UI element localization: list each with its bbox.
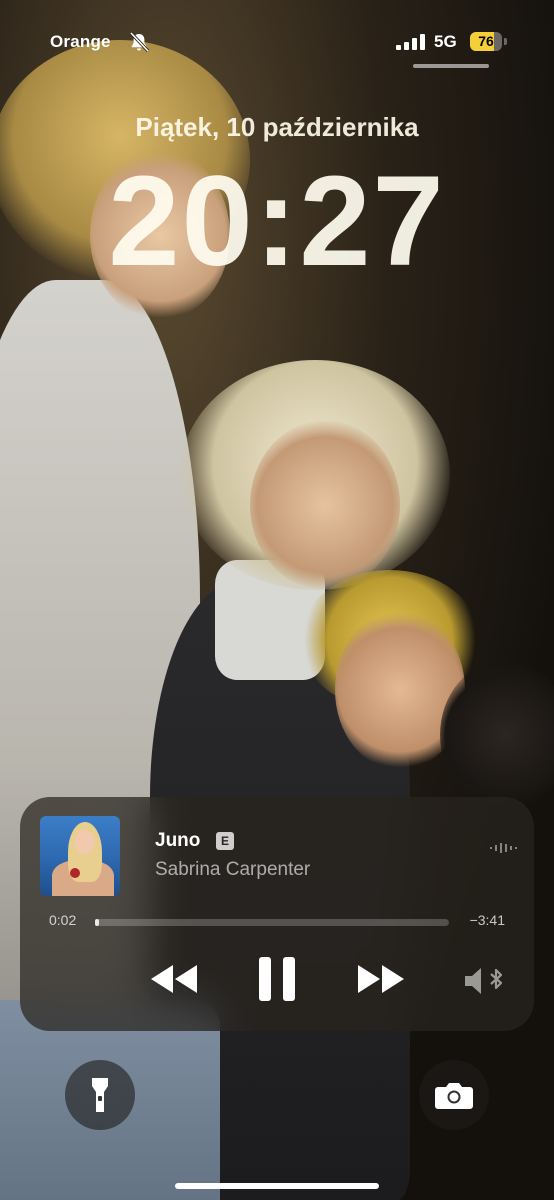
album-artwork[interactable]: [40, 816, 120, 896]
flashlight-button[interactable]: [65, 1060, 135, 1130]
artist-name: Sabrina Carpenter: [155, 859, 311, 880]
song-title: Juno: [155, 830, 201, 851]
waveform-icon: [490, 843, 517, 853]
flashlight-icon: [92, 1078, 108, 1112]
lock-time[interactable]: 20:27: [0, 152, 554, 292]
explicit-badge: E: [216, 832, 234, 850]
bell-slash-icon: [129, 31, 150, 53]
battery-icon: 76: [470, 32, 508, 52]
audio-route-icon[interactable]: [463, 965, 507, 997]
signal-bars-icon: [396, 34, 425, 50]
status-bar: Orange 5G 76: [0, 28, 554, 58]
home-indicator[interactable]: [175, 1183, 379, 1189]
now-playing-widget[interactable]: Juno E Sabrina Carpenter 0:02 −3:41: [20, 797, 534, 1031]
battery-percentage: 76: [478, 33, 494, 49]
fast-forward-icon[interactable]: [356, 961, 408, 997]
pause-icon[interactable]: [256, 955, 298, 1003]
network-type: 5G: [434, 32, 457, 51]
camera-icon: [435, 1083, 473, 1109]
lock-date: Piątek, 10 października: [135, 112, 419, 142]
rewind-icon[interactable]: [147, 961, 199, 997]
elapsed-time: 0:02: [49, 912, 77, 928]
carrier-name: Orange: [50, 32, 111, 51]
progress-fill: [95, 919, 99, 926]
remaining-time: −3:41: [469, 912, 505, 928]
lock-screen: Orange 5G 76 Piątek, 10 października 20:…: [0, 0, 554, 1200]
progress-scrubber[interactable]: [95, 919, 449, 926]
camera-button[interactable]: [419, 1060, 489, 1130]
control-center-indicator[interactable]: [413, 64, 489, 68]
